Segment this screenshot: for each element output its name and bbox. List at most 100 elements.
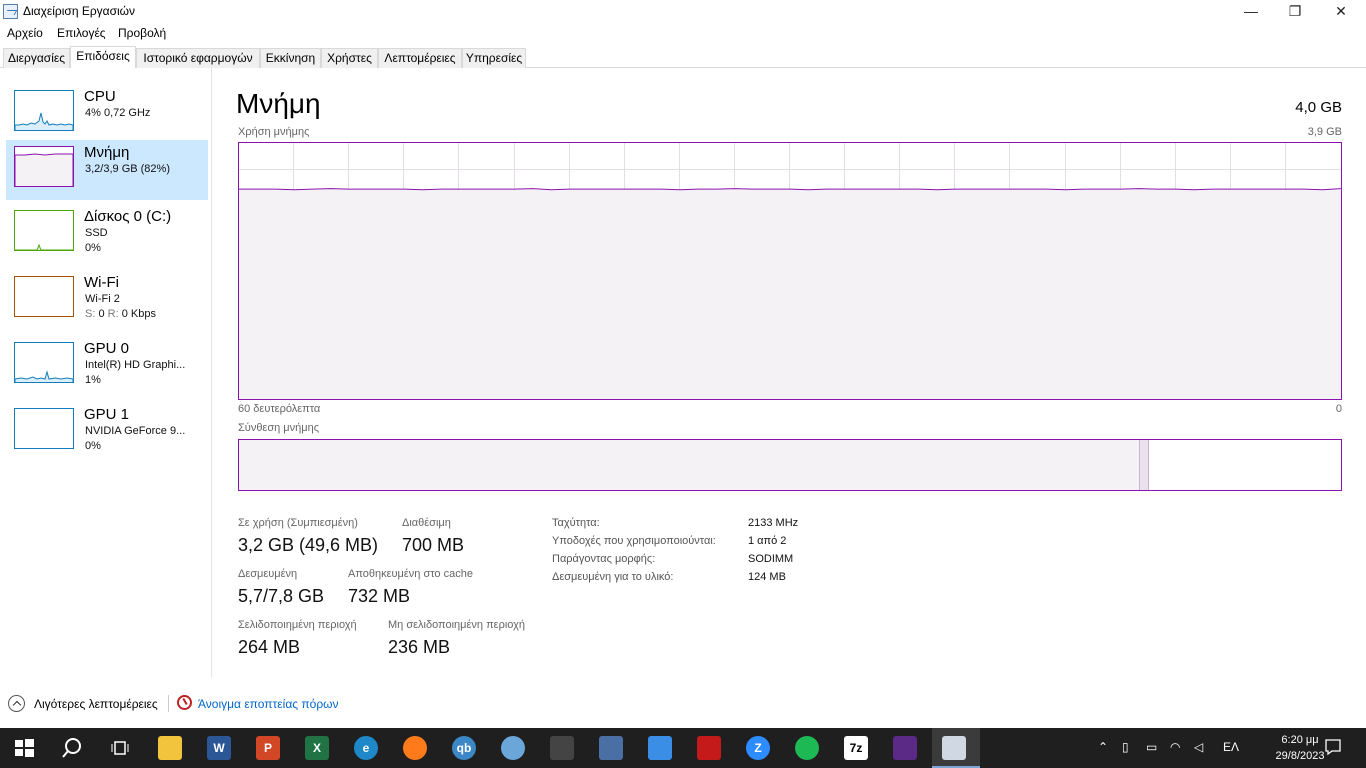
available-value: 700 MB [402,535,465,555]
task-view-icon[interactable] [108,736,132,760]
qbittorrent-icon[interactable]: qb [452,736,476,760]
inkscape-icon[interactable] [550,736,574,760]
input-language[interactable]: ΕΛ [1223,740,1239,754]
paint-icon[interactable] [501,736,525,760]
cpu-sparkline [14,90,74,131]
control-panel-icon[interactable] [648,736,672,760]
sidebar-item-cpu[interactable]: CPU 4% 0,72 GHz [6,84,208,144]
sidebar-item-detail: Intel(R) HD Graphi... [85,359,186,371]
disk-sparkline [14,210,74,251]
wifi-icon[interactable]: ◠ [1170,740,1180,754]
task-manager-taskbar-icon[interactable] [942,736,966,760]
firefox-icon[interactable] [403,736,427,760]
sidebar-item-detail-2: 0% [85,440,101,452]
cpu-z-icon[interactable] [893,736,917,760]
sidebar-item-title: GPU 0 [84,340,130,357]
sidebar-item-detail: SSD [85,227,108,239]
sidebar-item-detail: Wi-Fi 2 [85,293,120,305]
word-icon[interactable]: W [207,736,231,760]
panel-title: Μνήμη [236,88,321,119]
zoom-icon[interactable]: Z [746,736,770,760]
battery-icon[interactable]: ▭ [1146,740,1157,754]
wifi-sparkline [14,276,74,317]
sidebar-item-title: Μνήμη [84,144,130,161]
tab-details[interactable]: Λεπτομέρειες [378,48,462,68]
edge-icon[interactable]: e [354,736,378,760]
cached-value: 732 MB [348,586,411,606]
close-button[interactable]: ✕ [1318,0,1364,24]
tab-users[interactable]: Χρήστες [321,48,378,68]
memory-usage-graph [238,142,1342,400]
menu-file[interactable]: Αρχείο [7,26,43,40]
in-use-value: 3,2 GB (49,6 MB) [238,535,379,555]
speed-label: Ταχύτητα: [552,517,600,529]
committed-value: 5,7/7,8 GB [238,586,325,606]
sidebar-item-title: Wi-Fi [84,274,119,291]
notifications-icon[interactable] [1324,738,1342,759]
memory-sparkline [14,146,74,187]
nonpaged-pool-value: 236 MB [388,637,451,657]
composition-in-use[interactable] [239,440,1139,490]
time-end-label: 0 [1335,403,1342,415]
usage-label: Χρήση μνήμης [238,126,310,138]
memory-usage-svg [239,143,1341,399]
search-icon[interactable] [60,736,84,760]
sidebar-item-wifi[interactable]: Wi-Fi Wi-Fi 2 S: 0 R: 0 Kbps [6,270,208,330]
excel-icon[interactable]: X [305,736,329,760]
form-factor-label: Παράγοντας μορφής: [552,553,656,565]
menu-view[interactable]: Προβολή [118,26,166,40]
tab-services[interactable]: Υπηρεσίες [462,48,526,68]
clock-date: 29/8/2023 [1275,750,1325,762]
device-icon[interactable]: ▯ [1122,740,1129,754]
total-memory: 4,0 GB [1295,99,1342,116]
composition-modified[interactable] [1139,440,1149,490]
usage-max: 3,9 GB [1307,126,1342,138]
tab-startup[interactable]: Εκκίνηση [260,48,321,68]
start-icon[interactable] [12,736,36,760]
sidebar-item-detail: 4% 0,72 GHz [85,107,151,119]
open-resource-monitor-link[interactable]: Άνοιγμα εποπτείας πόρων [198,697,339,711]
memory-panel: Μνήμη 4,0 GB Χρήση μνήμης 3,9 GB 60 δευτ… [212,68,1366,678]
sidebar-item-gpu1[interactable]: GPU 1 NVIDIA GeForce 9... 0% [6,402,208,462]
file-explorer-icon[interactable] [158,736,182,760]
fewer-details-link[interactable]: Λιγότερες λεπτομέρειες [34,697,158,711]
resource-monitor-icon[interactable] [177,695,192,710]
powerpoint-icon[interactable]: P [256,736,280,760]
cached-label: Αποθηκευμένη στο cache [348,568,473,580]
7zip-icon[interactable]: 7z [844,736,868,760]
sidebar-item-gpu0[interactable]: GPU 0 Intel(R) HD Graphi... 1% [6,336,208,396]
available-label: Διαθέσιμη [402,517,451,529]
chevron-up-icon[interactable] [8,695,25,712]
memory-composition-bar[interactable] [238,439,1342,491]
acrobat-icon[interactable] [697,736,721,760]
sidebar-item-detail: NVIDIA GeForce 9... [85,425,186,437]
gpu1-sparkline [14,408,74,449]
menu-options[interactable]: Επιλογές [57,26,106,40]
speed-value: 2133 MHz [748,517,799,529]
volume-icon[interactable]: ◁ [1194,740,1203,754]
tab-strip: Διεργασίες Επιδόσεις Ιστορικό εφαρμογών … [0,46,1366,68]
system-clock[interactable]: 6:20 μμ 29/8/2023 [1268,732,1332,764]
in-use-label: Σε χρήση (Συμπιεσμένη) [238,517,358,529]
sidebar-item-detail: 3,2/3,9 GB (82%) [85,163,170,175]
committed-label: Δεσμευμένη [238,568,298,580]
sidebar-item-detail-2: S: 0 R: 0 Kbps [85,308,156,320]
task-manager-icon [3,4,18,19]
gpu0-sparkline [14,342,74,383]
tab-app-history[interactable]: Ιστορικό εφαρμογών [136,48,260,68]
calculator-icon[interactable] [599,736,623,760]
window-title: Διαχείριση Εργασιών [23,4,136,18]
sidebar-item-detail-2: 1% [85,374,101,386]
form-factor-value: SODIMM [748,553,794,565]
sidebar-item-title: GPU 1 [84,406,130,423]
hardware-reserved-value: 124 MB [748,571,786,583]
performance-sidebar: CPU 4% 0,72 GHz Μνήμη 3,2/3,9 GB (82%) Δ… [0,68,212,678]
sidebar-item-disk[interactable]: Δίσκος 0 (C:) SSD 0% [6,204,208,264]
tab-processes[interactable]: Διεργασίες [3,48,70,68]
show-hidden-icons-icon[interactable]: ⌃ [1098,740,1108,754]
tab-performance[interactable]: Επιδόσεις [70,46,136,68]
minimize-button[interactable]: — [1228,0,1274,24]
maximize-button[interactable]: ❐ [1272,0,1318,24]
sidebar-item-memory[interactable]: Μνήμη 3,2/3,9 GB (82%) [6,140,208,200]
spotify-icon[interactable] [795,736,819,760]
